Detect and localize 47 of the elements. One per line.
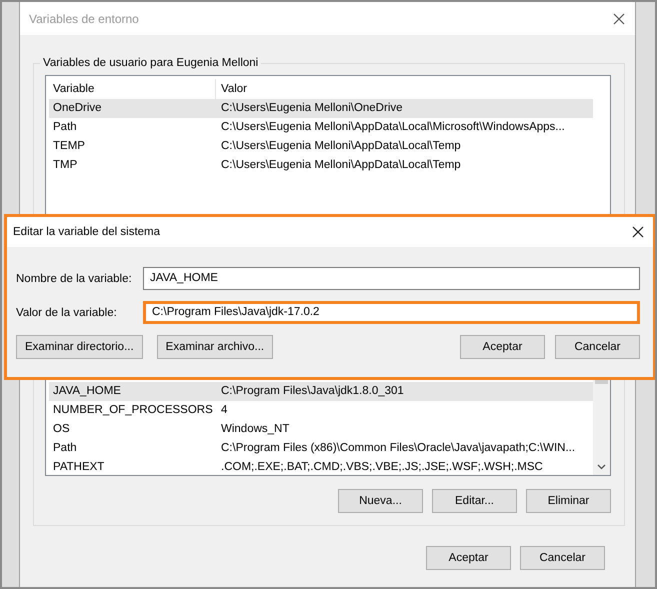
dialog-button[interactable]: Nueva... (338, 489, 423, 513)
variable-name: PATHEXT (52, 460, 106, 475)
input-field[interactable]: C:\Program Files\Java\jdk-17.0.2 (143, 301, 640, 324)
list-row[interactable]: PATHEXT .COM;.EXE;.BAT;.CMD;.VBS;.VBE;.JS;.JSE;.WSF;.WSH;.MSC (49, 458, 593, 475)
dialog-button[interactable]: Editar... (432, 489, 517, 513)
variable-value: C:\Users\Eugenia Melloni\OneDrive (220, 101, 403, 116)
group-legend: Variables de usuario para Eugenia Melloni (40, 57, 262, 69)
variable-value: C:\Users\Eugenia Melloni\AppData\Local\Temp (220, 158, 461, 173)
variable-value: .COM;.EXE;.BAT;.CMD;.VBS;.VBE;.JS;.JSE;.WSF;.WSH;.MSC (220, 460, 543, 475)
dialog-button[interactable]: Eliminar (526, 489, 611, 513)
list-row[interactable]: TEMP C:\Users\Eugenia Melloni\AppData\Local\Temp (49, 137, 593, 156)
list-row[interactable]: NUMBER_OF_PROCESSORS 4 (49, 401, 593, 420)
variable-name: TEMP (52, 139, 86, 154)
dialog-button[interactable]: Examinar archivo... (156, 335, 274, 359)
dialog-button[interactable]: Cancelar (520, 546, 605, 570)
dialog-button[interactable]: Examinar directorio... (16, 335, 143, 359)
dialog-title: Editar la variable del sistema (13, 226, 160, 238)
variable-name: OneDrive (52, 101, 103, 116)
variable-value: C:\Program Files\Java\jdk1.8.0_301 (220, 384, 404, 399)
variable-value: Windows_NT (220, 422, 290, 437)
chevron-down-icon[interactable] (597, 464, 606, 470)
dialog-button[interactable]: Cancelar (555, 335, 640, 359)
variable-value: 4 (220, 403, 228, 418)
input-field[interactable]: JAVA_HOME (143, 267, 640, 290)
list-row[interactable]: OS Windows_NT (49, 420, 593, 439)
close-icon[interactable] (613, 12, 625, 24)
dialog-button[interactable]: Aceptar (460, 335, 545, 359)
variable-name: Path (52, 120, 78, 135)
dialog-button[interactable]: Aceptar (426, 546, 511, 570)
list-row[interactable]: TMP C:\Users\Eugenia Melloni\AppData\Local\Temp (49, 156, 593, 175)
field-label: Nombre de la variable: (16, 272, 133, 284)
variable-value: C:\Program Files (x86)\Common Files\Oracle\Java\javapath;C:\WIN... (220, 441, 576, 456)
variable-value: C:\Users\Eugenia Melloni\AppData\Local\Microsoft\WindowsApps... (220, 120, 565, 135)
field-label: Valor de la variable: (16, 306, 118, 318)
variable-name: JAVA_HOME (52, 384, 122, 399)
variable-name: OS (52, 422, 71, 437)
list-row[interactable]: JAVA_HOME C:\Program Files\Java\jdk1.8.0_301 (49, 382, 593, 401)
list-row[interactable]: OneDrive C:\Users\Eugenia Melloni\OneDrive (49, 99, 593, 118)
window-title: Variables de entorno (29, 12, 139, 26)
list-row[interactable]: Path C:\Program Files (x86)\Common Files\Oracle\Java\javapath;C:\WIN... (49, 439, 593, 458)
variable-name: Path (52, 441, 78, 456)
variable-name: TMP (52, 158, 78, 173)
column-header[interactable]: Valor (216, 79, 247, 99)
close-icon[interactable] (632, 226, 644, 238)
variable-value: C:\Users\Eugenia Melloni\AppData\Local\Temp (220, 139, 461, 154)
variable-name: NUMBER_OF_PROCESSORS (52, 403, 214, 418)
list-row[interactable]: Path C:\Users\Eugenia Melloni\AppData\Local\Microsoft\WindowsApps... (49, 118, 593, 137)
